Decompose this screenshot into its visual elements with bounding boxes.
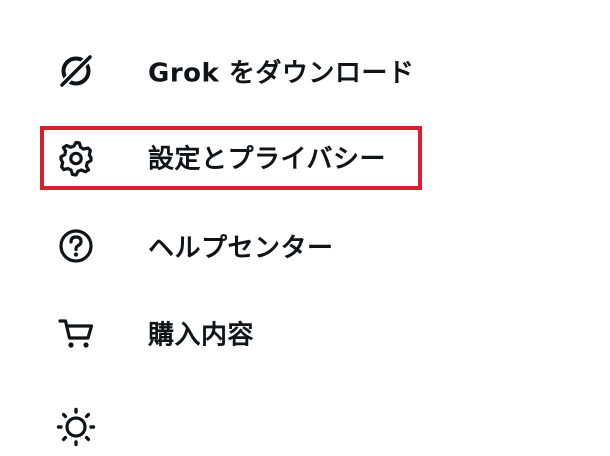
menu-item-label: Grok をダウンロード xyxy=(148,58,415,89)
menu-item-display[interactable] xyxy=(40,396,420,456)
menu-item-help-center[interactable]: ヘルプセンター xyxy=(40,215,420,277)
cart-icon xyxy=(56,313,96,353)
menu-item-purchases[interactable]: 購入内容 xyxy=(40,302,420,364)
sun-icon xyxy=(56,407,96,447)
side-menu: Grok をダウンロード 設定とプライバシー ヘルプセンター 購入内容 xyxy=(0,0,610,456)
gear-icon xyxy=(56,137,96,177)
menu-item-label: 購入内容 xyxy=(148,320,255,351)
menu-item-grok-download[interactable]: Grok をダウンロード xyxy=(40,40,420,102)
menu-item-label: 設定とプライバシー xyxy=(148,144,386,175)
help-circle-icon xyxy=(56,226,96,266)
menu-item-settings-privacy[interactable]: 設定とプライバシー xyxy=(40,126,420,188)
menu-item-label: ヘルプセンター xyxy=(148,233,334,264)
grok-icon xyxy=(56,51,96,91)
